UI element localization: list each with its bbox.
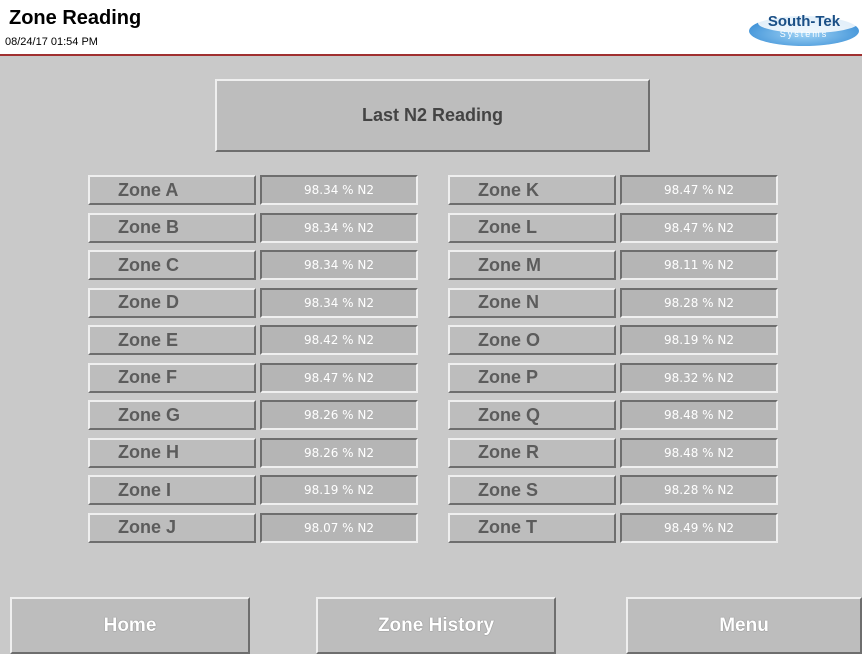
zone-name-label: Zone K [448,175,616,205]
zone-name-label: Zone F [88,362,256,393]
zone-name-label: Zone R [448,437,616,468]
zone-name-label: Zone A [88,175,256,205]
header-bar: Zone Reading 08/24/17 01:54 PM South-Tek… [0,0,862,56]
zone-history-button[interactable]: Zone History [316,597,556,654]
zone-name-label: Zone C [88,250,256,280]
zone-n2-value: 98.26 % N2 [260,437,418,468]
zone-name-label: Zone I [88,475,256,505]
zone-n2-value: 98.49 % N2 [620,512,778,543]
zone-n2-value: 98.47 % N2 [620,175,778,205]
page-title: Zone Reading [9,7,142,29]
zone-name-label: Zone B [88,212,256,243]
zone-n2-value: 98.47 % N2 [260,362,418,393]
zone-name-label: Zone M [448,250,616,280]
zone-n2-value: 98.32 % N2 [620,362,778,393]
zone-n2-value: 98.11 % N2 [620,250,778,280]
zone-n2-value: 98.34 % N2 [260,250,418,280]
last-n2-reading-banner: Last N2 Reading [215,79,650,152]
zone-n2-value: 98.26 % N2 [260,400,418,430]
zone-n2-value: 98.19 % N2 [620,325,778,355]
zone-n2-value: 98.28 % N2 [620,287,778,318]
logo-subtext: Systems [779,29,829,39]
menu-button[interactable]: Menu [626,597,862,654]
zone-name-label: Zone H [88,437,256,468]
zone-n2-value: 98.28 % N2 [620,475,778,505]
datetime-stamp: 08/24/17 01:54 PM [5,36,98,48]
zone-n2-value: 98.34 % N2 [260,212,418,243]
zone-n2-value: 98.47 % N2 [620,212,778,243]
zone-n2-value: 98.19 % N2 [260,475,418,505]
zone-n2-value: 98.42 % N2 [260,325,418,355]
zone-n2-value: 98.34 % N2 [260,175,418,205]
zone-name-label: Zone O [448,325,616,355]
zone-name-label: Zone G [88,400,256,430]
zone-n2-value: 98.07 % N2 [260,512,418,543]
south-tek-logo: South-Tek Systems [748,9,860,47]
zone-name-label: Zone L [448,212,616,243]
zone-n2-value: 98.48 % N2 [620,437,778,468]
zone-name-label: Zone J [88,512,256,543]
zone-name-label: Zone T [448,512,616,543]
zone-name-label: Zone N [448,287,616,318]
zone-n2-value: 98.34 % N2 [260,287,418,318]
zone-name-label: Zone E [88,325,256,355]
zone-name-label: Zone P [448,362,616,393]
zone-name-label: Zone D [88,287,256,318]
zone-n2-value: 98.48 % N2 [620,400,778,430]
home-button[interactable]: Home [10,597,250,654]
zone-name-label: Zone Q [448,400,616,430]
zone-name-label: Zone S [448,475,616,505]
logo-text: South-Tek [767,13,841,30]
